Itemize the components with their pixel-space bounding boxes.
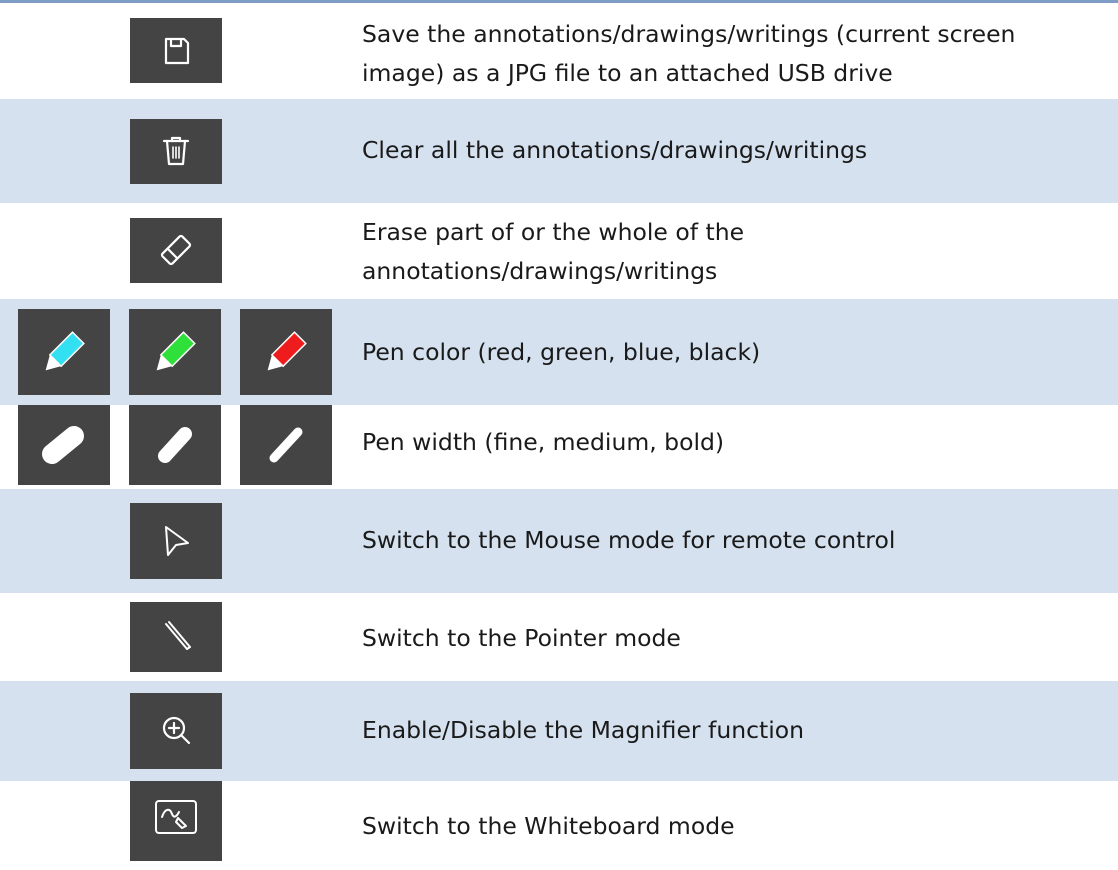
row-description: Pen width (fine, medium, bold) [362,428,725,456]
row-description: Switch to the Pointer mode [362,624,681,652]
row-description: Pen color (red, green, blue, black) [362,338,761,366]
green-pen-icon[interactable] [129,309,221,395]
table-row-pointer-mode: Switch to the Pointer mode [0,593,1118,681]
table-row-pen-width: Pen width (fine, medium, bold) [0,405,1118,489]
pointer-icon[interactable] [130,602,222,672]
table-row-pen-color: Pen color (red, green, blue, black) [0,299,1118,405]
row-description: Enable/Disable the Magnifier function [362,716,805,744]
row-description: Save the annotations/drawings/writings (… [362,20,1016,87]
eraser-icon[interactable] [130,218,222,283]
table-row-erase: Erase part of or the whole of the annota… [0,203,1118,299]
whiteboard-icon[interactable] [130,781,222,861]
table-row-mouse-mode: Switch to the Mouse mode for remote cont… [0,489,1118,593]
pen-width-medium-icon[interactable] [129,405,221,485]
trash-icon[interactable] [130,119,222,184]
row-description: Switch to the Mouse mode for remote cont… [362,526,896,554]
row-description: Switch to the Whiteboard mode [362,812,735,840]
row-description: Erase part of or the whole of the annota… [362,218,745,285]
save-icon[interactable] [130,18,222,83]
table-row-whiteboard: Switch to the Whiteboard mode [0,781,1118,870]
row-description: Clear all the annotations/drawings/writi… [362,136,868,164]
pen-width-fine-icon[interactable] [240,405,332,485]
blue-pen-icon[interactable] [18,309,110,395]
red-pen-icon[interactable] [240,309,332,395]
pen-width-bold-icon[interactable] [18,405,110,485]
table-row-clear: Clear all the annotations/drawings/writi… [0,99,1118,203]
table-row-save: Save the annotations/drawings/writings (… [0,3,1118,99]
magnifier-icon[interactable] [130,693,222,769]
mouse-cursor-icon[interactable] [130,503,222,579]
table-row-magnifier: Enable/Disable the Magnifier function [0,681,1118,781]
